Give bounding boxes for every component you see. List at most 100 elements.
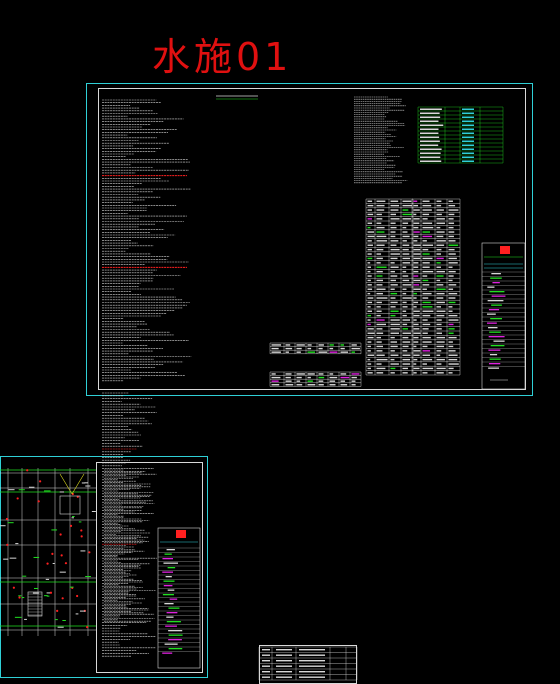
bottom-table-b-cell [271, 376, 281, 379]
legend-cell-text [462, 140, 474, 142]
plan-fixture [16, 497, 19, 500]
schedule-b-cell [436, 297, 444, 299]
schedule-b-cell [422, 332, 428, 334]
bottom-table-b-cell [307, 373, 315, 375]
schedule-b-cell [436, 253, 441, 255]
plan-fixture [61, 597, 64, 600]
bottom-block-text [299, 671, 325, 673]
bottom-table-b-cell [307, 380, 313, 382]
schedule-a-cell [367, 341, 372, 343]
schedule-b-cell [413, 323, 419, 326]
lower-title-block-text [167, 589, 175, 591]
schedule-a-cell [367, 306, 371, 308]
plan-fixture [86, 626, 89, 629]
schedule-a-cell [390, 350, 395, 352]
plan-label [21, 597, 25, 599]
schedule-a-cell [367, 336, 374, 339]
schedule-b-cell [448, 257, 457, 260]
plan-label [3, 558, 9, 560]
schedule-b-cell [436, 275, 444, 277]
lower-title-block-text [162, 571, 174, 573]
schedule-b-cell [413, 231, 420, 233]
schedule-a-cell [402, 345, 409, 348]
schedule-b-cell [436, 314, 445, 317]
schedule-b-cell [448, 328, 455, 330]
bottom-table-a-cell [351, 351, 355, 353]
legend-cell-text [462, 108, 474, 110]
title-block-text [489, 331, 501, 333]
schedule-a-cell [402, 275, 409, 277]
schedule-a-cell [376, 279, 383, 282]
plan-label [55, 619, 58, 621]
bottom-table-a-cell [318, 344, 324, 346]
schedule-a-cell [376, 204, 385, 207]
schedule-a-cell [376, 213, 382, 216]
plan-label [52, 562, 55, 564]
schedule-a-cell [390, 266, 399, 268]
lower-title-block-text [165, 576, 172, 578]
schedule-b-cell [413, 240, 418, 242]
bottom-table-a-cell [318, 351, 328, 353]
legend-cell-text [462, 124, 474, 126]
schedule-a-cell [376, 323, 387, 326]
title-block-text [490, 318, 502, 320]
schedule-a-cell [376, 306, 381, 308]
schedule-a-cell [402, 244, 410, 246]
schedule-b-cell [436, 279, 441, 282]
plan-label [28, 486, 35, 488]
legend-cell-text [462, 144, 474, 146]
legend-cell-text [462, 156, 474, 158]
plan-label [18, 595, 22, 597]
plan-fixture [76, 594, 79, 598]
schedule-b-cell [436, 306, 442, 308]
schedule-b-cell [422, 372, 428, 374]
schedule-b-cell [422, 328, 429, 330]
schedule-a-cell [402, 314, 407, 317]
bottom-table-b-cell [340, 384, 348, 386]
schedule-b-cell [436, 336, 446, 339]
schedule-b-cell [436, 204, 442, 207]
schedule-b-cell [436, 288, 446, 290]
schedule-a-cell [402, 310, 407, 312]
title-block-text [492, 282, 500, 284]
schedule-a-cell [402, 284, 412, 286]
plan-label [18, 489, 25, 491]
schedule-a-cell [376, 253, 382, 255]
schedule-b-cell [448, 363, 459, 365]
bottom-table-a-cell [351, 344, 357, 346]
schedule-a-cell [390, 262, 395, 264]
schedule-a-cell [390, 319, 400, 321]
schedule-a-cell [367, 244, 373, 246]
schedule-a-cell [367, 253, 372, 255]
schedule-a-cell [367, 297, 374, 299]
schedule-a-cell [367, 372, 373, 374]
schedule-b-cell [422, 284, 430, 286]
schedule-a-cell [367, 235, 375, 238]
plan-label [32, 592, 39, 594]
schedule-a-cell [367, 226, 371, 229]
schedule-b-cell [413, 284, 420, 286]
legend-cell-text [420, 160, 442, 162]
schedule-a-cell [402, 226, 407, 229]
bottom-table-b-cell [285, 376, 291, 379]
schedule-a-cell [390, 332, 399, 334]
schedule-b-cell [436, 310, 446, 312]
schedule-b-cell [413, 367, 420, 370]
schedule-b-cell [448, 297, 456, 299]
schedule-a-cell [376, 363, 382, 365]
plan-label [45, 578, 50, 580]
plan-fixture [60, 554, 63, 557]
schedule-a-cell [367, 218, 372, 220]
schedule-b-cell [422, 341, 432, 343]
schedule-a-cell [402, 323, 408, 326]
bottom-block-text [262, 654, 270, 656]
schedule-b-cell [413, 301, 419, 304]
plan-label [15, 543, 19, 545]
schedule-a-cell [402, 240, 407, 242]
title-block-text [490, 277, 502, 279]
bottom-table-a-cell [340, 347, 345, 350]
schedule-a-cell [402, 213, 412, 216]
schedule-b-cell [448, 372, 453, 374]
bottom-table-a-cell [307, 351, 316, 353]
schedule-a-cell [402, 266, 407, 268]
